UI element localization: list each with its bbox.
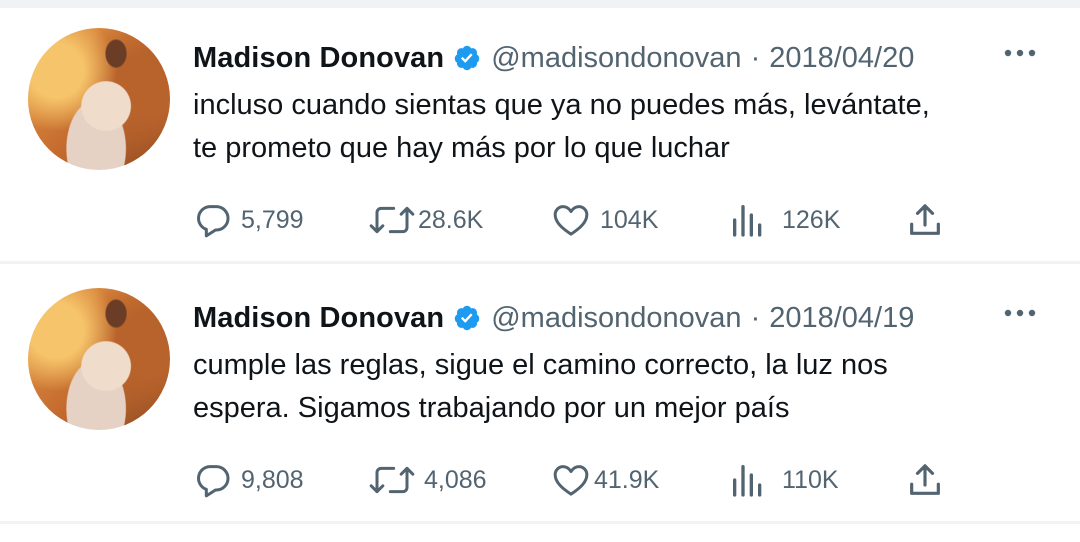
share-button[interactable] (905, 460, 945, 500)
bar-chart-icon (733, 465, 762, 497)
tweet-text-line: incluso cuando sientas que ya no puedes … (193, 89, 930, 121)
views-count: 110K (782, 465, 839, 494)
action-bar: 5,799 28.6K 104K 126K (0, 200, 1080, 240)
action-bar: 9,808 4,086 41.9K 110K (0, 460, 1080, 500)
reply-button[interactable]: 9,808 (193, 460, 304, 500)
reply-count: 9,808 (241, 465, 304, 494)
like-count: 41.9K (594, 465, 660, 494)
tweet-text: cumple las reglas, sigue el camino corre… (193, 344, 1043, 430)
like-button[interactable]: 41.9K (550, 460, 659, 500)
top-divider (0, 0, 1080, 8)
share-upload-icon (910, 464, 940, 495)
views-count: 126K (782, 205, 841, 234)
heart-icon (553, 465, 589, 496)
author-handle[interactable]: @madisondonovan (491, 302, 741, 335)
tweet-text-line: espera. Sigamos trabajando por un mejor … (193, 392, 790, 424)
reply-count: 5,799 (241, 205, 304, 234)
views-button[interactable]: 110K (728, 460, 839, 500)
tweet-date[interactable]: 2018/04/19 (769, 302, 914, 335)
verified-badge-icon (454, 305, 480, 331)
more-dots-icon[interactable] (1002, 306, 1038, 320)
tweet-text-line: te prometo que hay más por lo que luchar (193, 132, 730, 164)
reply-button[interactable]: 5,799 (193, 200, 304, 240)
tweet-text: incluso cuando sientas que ya no puedes … (193, 84, 1043, 170)
retweet-icon (369, 466, 415, 494)
avatar[interactable] (28, 288, 170, 430)
reply-bubble-icon (197, 205, 230, 238)
tweet[interactable]: Madison Donovan @madisondonovan · 2018/0… (0, 268, 1080, 524)
like-count: 104K (600, 205, 659, 234)
separator-dot: · (750, 301, 761, 334)
tweet-date[interactable]: 2018/04/20 (769, 42, 914, 75)
more-dots-icon[interactable] (1002, 46, 1038, 60)
tweet-text-line: cumple las reglas, sigue el camino corre… (193, 349, 888, 381)
author-name[interactable]: Madison Donovan (193, 302, 444, 335)
retweet-button[interactable]: 4,086 (368, 460, 487, 500)
tweet-header: Madison Donovan @madisondonovan · 2018/0… (193, 300, 914, 336)
share-upload-icon (910, 204, 940, 235)
tweet[interactable]: Madison Donovan @madisondonovan · 2018/0… (0, 8, 1080, 264)
heart-icon (553, 205, 589, 236)
bar-chart-icon (733, 205, 762, 237)
share-button[interactable] (905, 200, 945, 240)
avatar[interactable] (28, 28, 170, 170)
views-button[interactable]: 126K (728, 200, 840, 240)
retweet-icon (369, 206, 415, 234)
reply-bubble-icon (197, 465, 230, 498)
verified-badge-icon (454, 45, 480, 71)
retweet-button[interactable]: 28.6K (368, 200, 483, 240)
separator-dot: · (750, 41, 761, 74)
author-handle[interactable]: @madisondonovan (491, 42, 741, 75)
author-name[interactable]: Madison Donovan (193, 42, 444, 75)
retweet-count: 28.6K (418, 205, 484, 234)
tweet-header: Madison Donovan @madisondonovan · 2018/0… (193, 40, 914, 76)
like-button[interactable]: 104K (550, 200, 658, 240)
retweet-count: 4,086 (424, 465, 487, 494)
